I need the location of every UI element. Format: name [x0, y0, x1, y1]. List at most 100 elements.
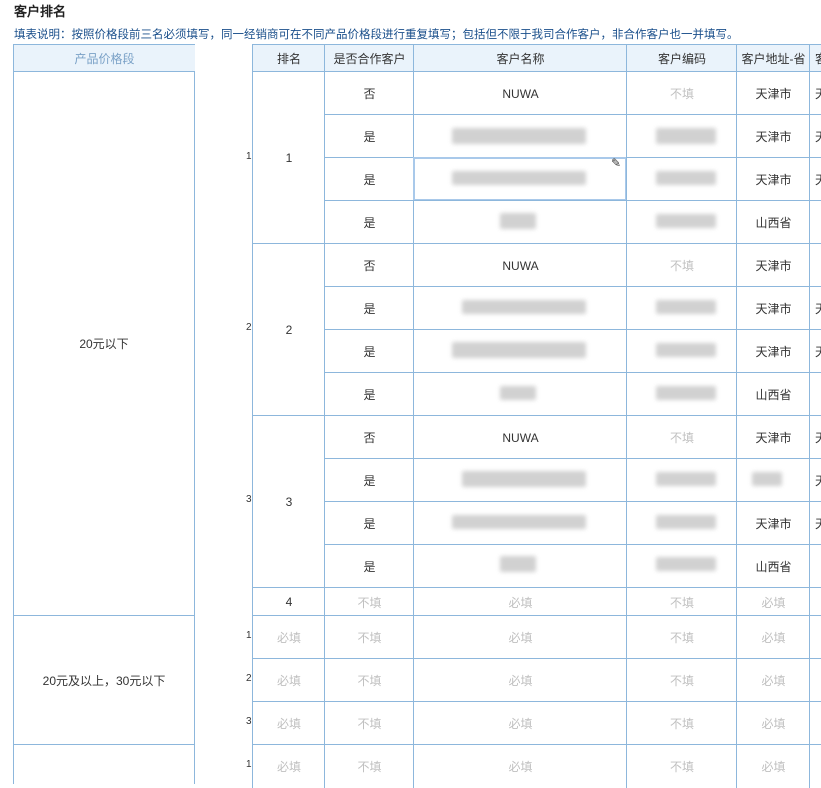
redacted-customer-name	[452, 128, 586, 144]
rank-cell[interactable]: 3	[252, 415, 325, 588]
customer-code-cell[interactable]: 不填	[626, 615, 737, 659]
rank-cell[interactable]: 必填	[252, 615, 325, 659]
redacted-customer-code	[656, 472, 716, 486]
is-partner-cell[interactable]: 是	[324, 458, 414, 502]
is-partner-cell[interactable]: 是	[324, 286, 414, 330]
province-cell[interactable]: 天津市	[736, 501, 810, 545]
province-cell[interactable]: 天津市	[736, 157, 810, 201]
redacted-customer-code	[656, 300, 716, 314]
extra-cell[interactable]: 天	[809, 415, 821, 459]
is-partner-cell[interactable]: 否	[324, 415, 414, 459]
province-cell[interactable]: 必填	[736, 658, 810, 702]
row-index: 3	[246, 716, 252, 727]
customer-code-cell[interactable]: 不填	[626, 587, 737, 616]
is-partner-cell[interactable]: 是	[324, 372, 414, 416]
price-band-cell[interactable]: 20元以下	[13, 71, 195, 616]
extra-cell[interactable]: 天	[809, 501, 821, 545]
extra-cell[interactable]	[809, 744, 821, 788]
redacted-customer-name	[500, 386, 536, 400]
province-cell[interactable]: 山西省	[736, 200, 810, 244]
redacted-customer-name	[500, 213, 536, 229]
extra-cell[interactable]	[809, 372, 821, 416]
province-cell[interactable]: 必填	[736, 744, 810, 788]
customer-name-cell[interactable]: 必填	[413, 587, 627, 616]
redacted-customer-code	[656, 557, 716, 571]
is-partner-cell[interactable]: 是	[324, 544, 414, 588]
extra-cell[interactable]: 天	[809, 157, 821, 201]
redacted-customer-name	[452, 342, 586, 358]
pencil-edit-icon[interactable]: ✎	[611, 156, 621, 170]
province-cell[interactable]: 天津市	[736, 415, 810, 459]
is-partner-cell[interactable]: 是	[324, 501, 414, 545]
header-customer-name: 客户名称	[413, 44, 627, 72]
province-cell[interactable]: 天津市	[736, 243, 810, 287]
customer-name-cell[interactable]: NUWA	[413, 243, 627, 287]
rank-cell[interactable]: 必填	[252, 701, 325, 745]
extra-cell[interactable]: 天	[809, 458, 821, 502]
extra-cell[interactable]: 天	[809, 286, 821, 330]
is-partner-cell[interactable]: 不填	[324, 701, 414, 745]
province-cell[interactable]: 山西省	[736, 372, 810, 416]
province-cell[interactable]: 必填	[736, 701, 810, 745]
customer-code-cell[interactable]: 不填	[626, 701, 737, 745]
extra-cell[interactable]: 天	[809, 71, 821, 115]
is-partner-cell[interactable]: 不填	[324, 615, 414, 659]
customer-name-cell[interactable]: NUWA	[413, 71, 627, 115]
customer-code-cell[interactable]: 不填	[626, 71, 737, 115]
rank-cell[interactable]: 必填	[252, 744, 325, 788]
extra-cell[interactable]	[809, 544, 821, 588]
is-partner-cell[interactable]: 是	[324, 157, 414, 201]
is-partner-cell[interactable]: 是	[324, 329, 414, 373]
customer-name-cell[interactable]: NUWA	[413, 415, 627, 459]
province-cell[interactable]: 天津市	[736, 114, 810, 158]
redacted-customer-name	[452, 515, 586, 529]
extra-cell[interactable]: 天	[809, 114, 821, 158]
rank-cell[interactable]: 必填	[252, 658, 325, 702]
row-index: 1	[246, 151, 252, 162]
extra-cell[interactable]: 天	[809, 329, 821, 373]
province-cell[interactable]: 必填	[736, 615, 810, 659]
header-price-band: 产品价格段	[13, 44, 195, 72]
price-band-cell[interactable]	[13, 744, 195, 784]
is-partner-cell[interactable]: 不填	[324, 744, 414, 788]
is-partner-cell[interactable]: 不填	[324, 587, 414, 616]
rank-cell[interactable]: 1	[252, 71, 325, 244]
is-partner-cell[interactable]: 不填	[324, 658, 414, 702]
is-partner-cell[interactable]: 否	[324, 71, 414, 115]
redacted-customer-code	[656, 171, 716, 185]
customer-code-cell[interactable]: 不填	[626, 243, 737, 287]
price-band-cell[interactable]: 20元及以上，30元以下	[13, 615, 195, 745]
is-partner-cell[interactable]: 是	[324, 114, 414, 158]
redacted-customer-code	[656, 214, 716, 228]
customer-code-cell[interactable]: 不填	[626, 415, 737, 459]
extra-cell[interactable]	[809, 200, 821, 244]
province-cell[interactable]: 天津市	[736, 329, 810, 373]
header-rank: 排名	[252, 44, 325, 72]
customer-code-cell[interactable]: 不填	[626, 744, 737, 788]
province-cell[interactable]: 必填	[736, 587, 810, 616]
is-partner-cell[interactable]: 否	[324, 243, 414, 287]
row-index: 1	[246, 759, 252, 770]
customer-name-cell[interactable]: 必填	[413, 744, 627, 788]
is-partner-cell[interactable]: 是	[324, 200, 414, 244]
rank-cell[interactable]: 4	[252, 587, 325, 616]
province-cell[interactable]: 天津市	[736, 286, 810, 330]
extra-cell[interactable]	[809, 587, 821, 616]
redacted-customer-name	[462, 300, 586, 314]
customer-code-cell[interactable]: 不填	[626, 658, 737, 702]
customer-name-cell[interactable]: 必填	[413, 658, 627, 702]
extra-cell[interactable]	[809, 615, 821, 659]
customer-name-cell[interactable]: 必填	[413, 701, 627, 745]
extra-cell[interactable]	[809, 658, 821, 702]
header-customer-code: 客户编码	[626, 44, 737, 72]
rank-cell[interactable]: 2	[252, 243, 325, 416]
redacted-customer-code	[656, 386, 716, 400]
extra-cell[interactable]	[809, 243, 821, 287]
header-is-partner: 是否合作客户	[324, 44, 414, 72]
extra-cell[interactable]	[809, 701, 821, 745]
province-cell[interactable]: 山西省	[736, 544, 810, 588]
customer-name-cell[interactable]: 必填	[413, 615, 627, 659]
page-title: 客户排名	[14, 4, 67, 19]
redacted-customer-name	[500, 556, 536, 572]
province-cell[interactable]: 天津市	[736, 71, 810, 115]
